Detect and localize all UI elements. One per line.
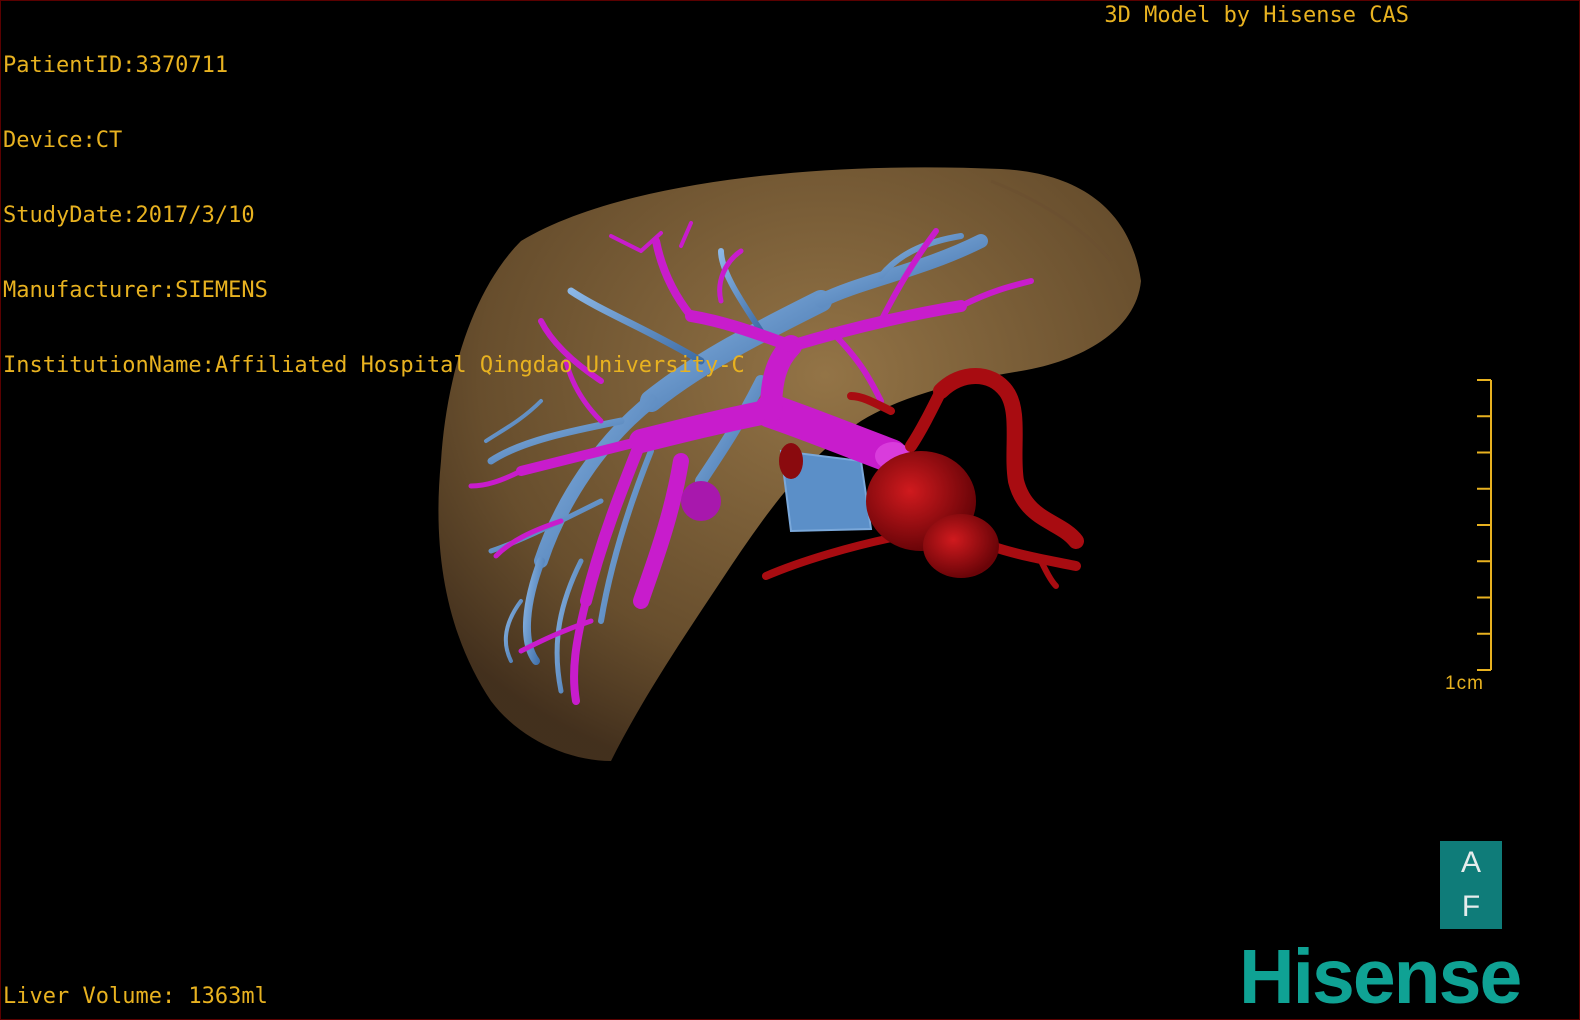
device: Device:CT	[3, 128, 123, 153]
orientation-foot-label: F	[1461, 890, 1481, 923]
scale-ticks	[1477, 379, 1491, 671]
manufacturer: Manufacturer:SIEMENS	[3, 278, 268, 303]
institution-name: InstitutionName:Affiliated Hospital Qing…	[3, 353, 745, 378]
portal-vein-bulge	[681, 481, 721, 521]
patient-info-overlay: PatientID:3370711 Device:CT StudyDate:20…	[3, 3, 745, 428]
hisense-logo: Hisense	[1239, 934, 1522, 1020]
artery-mass-small	[779, 443, 803, 479]
3d-viewport[interactable]: PatientID:3370711 Device:CT StudyDate:20…	[0, 0, 1580, 1020]
orientation-anterior-label: A	[1460, 846, 1481, 879]
model-credit: 3D Model by Hisense CAS	[1104, 3, 1409, 28]
liver-volume: Liver Volume: 1363ml	[3, 984, 268, 1009]
scale-bar	[1477, 379, 1492, 671]
scale-label: 1cm	[1445, 673, 1484, 694]
orientation-cube[interactable]: A F	[1440, 841, 1502, 929]
study-date: StudyDate:2017/3/10	[3, 203, 255, 228]
aneurysm	[923, 514, 999, 578]
patient-id: PatientID:3370711	[3, 53, 229, 78]
